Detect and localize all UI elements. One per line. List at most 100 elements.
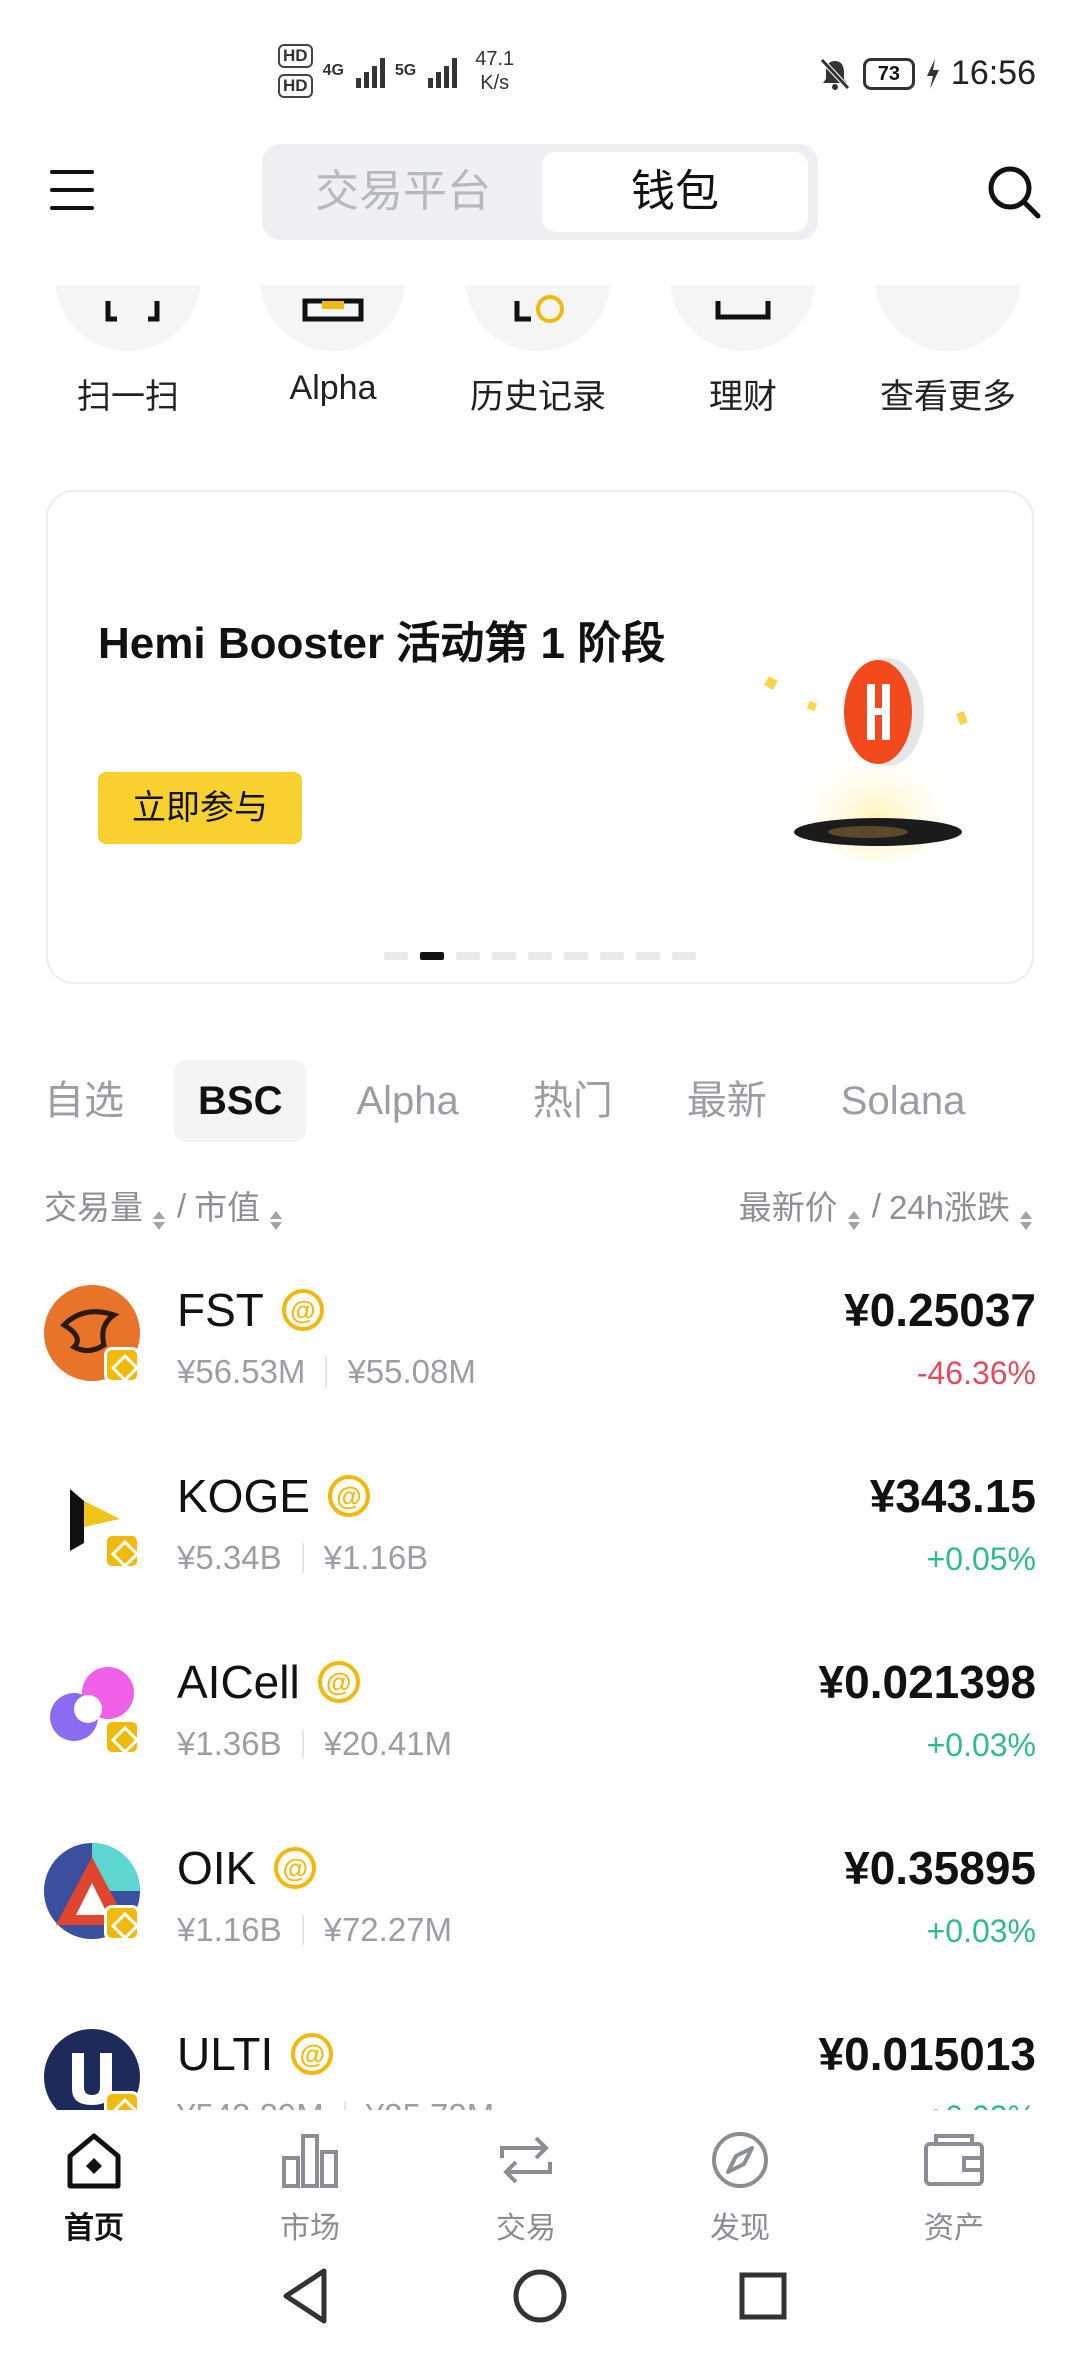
nav-home[interactable]: 首页 — [24, 2128, 164, 2247]
token-symbol: AICell — [177, 1656, 300, 1708]
token-price: ¥0.015013 — [818, 2028, 1036, 2080]
nav-trade[interactable]: 交易 — [456, 2128, 596, 2247]
filter-tab-solana[interactable]: Solana — [817, 1060, 990, 1142]
sort-volume[interactable]: 交易量 — [44, 1181, 169, 1230]
token-row-koge[interactable]: KOGE @ ¥5.34B ¥1.16B ¥343.15 +0.05% — [0, 1441, 1080, 1627]
token-list: FST @ ¥56.53M ¥55.08M ¥0.25037 -46.36% KOG… — [0, 1255, 1080, 2110]
wallet-assets-icon — [924, 2134, 984, 2186]
tab-exchange[interactable]: 交易平台 — [272, 152, 534, 232]
quick-action-earn[interactable]: 理财 — [643, 285, 843, 418]
token-price: ¥0.35895 — [844, 1842, 1036, 1894]
token-symbol: KOGE — [177, 1470, 310, 1522]
sort-toggle-icon — [270, 1211, 283, 1230]
carousel-dot[interactable] — [492, 952, 516, 960]
filter-tab-alpha[interactable]: Alpha — [332, 1060, 482, 1142]
market-filter-tabs: 自选 BSC Alpha 热门 最新 Solana — [44, 1058, 1015, 1144]
network-4g-label: 4G — [322, 62, 344, 79]
token-change: +0.03% — [926, 1913, 1036, 1949]
bsc-chain-badge-icon — [104, 2091, 140, 2110]
bsc-chain-badge-icon — [104, 1347, 140, 1383]
sort-toggle-icon — [1020, 1211, 1032, 1230]
token-symbol: ULTI — [177, 2028, 274, 2080]
token-symbol: FST — [177, 1284, 264, 1336]
carousel-dot[interactable] — [564, 952, 588, 960]
filter-tab-favorites[interactable]: 自选 — [18, 1060, 148, 1142]
network-5g-label: 5G — [394, 62, 417, 79]
token-price: ¥343.15 — [869, 1470, 1036, 1522]
system-nav-bar — [0, 2235, 1080, 2376]
token-change: +0.05% — [926, 1541, 1036, 1577]
promo-banner[interactable]: Hemi Booster 活动第 1 阶段 立即参与 — [46, 490, 1034, 984]
quick-action-more[interactable]: 查看更多 — [848, 285, 1048, 418]
token-volume: ¥1.36B — [177, 1725, 282, 1762]
carousel-dot[interactable] — [636, 952, 660, 960]
signal-bars-icon — [428, 54, 458, 88]
alpha-at-icon: @ — [281, 1289, 324, 1331]
token-price: ¥0.25037 — [844, 1284, 1036, 1336]
bell-muted-icon — [820, 57, 850, 90]
mode-switch: 交易平台 钱包 — [262, 144, 818, 240]
join-now-button[interactable]: 立即参与 — [98, 772, 302, 844]
token-change: +0.03% — [927, 2099, 1036, 2110]
hd-sim1-icon: HD — [278, 44, 313, 68]
token-change: +0.03% — [926, 1727, 1036, 1763]
top-nav: 交易平台 钱包 — [0, 140, 1080, 270]
carousel-dot[interactable] — [456, 952, 480, 960]
filter-tab-hot[interactable]: 热门 — [509, 1060, 637, 1142]
battery-icon: 73 — [862, 57, 915, 90]
alpha-at-icon: @ — [291, 2033, 334, 2075]
menu-icon[interactable] — [50, 170, 94, 210]
nav-discover[interactable]: 发现 — [670, 2128, 810, 2247]
status-bar: HD HD 4G 5G 47.1 K/s 73 16:56 — [0, 0, 1080, 140]
home-circle-icon[interactable] — [505, 2261, 575, 2331]
quick-action-alpha[interactable]: Alpha — [233, 285, 433, 408]
hemi-coin-illustration — [764, 658, 968, 862]
tab-wallet[interactable]: 钱包 — [542, 152, 808, 232]
alpha-at-icon: @ — [317, 1661, 360, 1703]
filter-tab-new[interactable]: 最新 — [663, 1060, 791, 1142]
token-volume: ¥56.53M — [177, 1353, 306, 1390]
sort-last-price[interactable]: 最新价 — [739, 1181, 864, 1230]
history-icon — [465, 285, 611, 351]
scan-icon — [55, 285, 201, 351]
token-market-cap: ¥72.27M — [323, 1911, 453, 1948]
filter-tab-bsc[interactable]: BSC — [174, 1060, 307, 1142]
discover-compass-icon — [712, 2132, 768, 2188]
carousel-dot[interactable] — [528, 952, 552, 960]
quick-actions: 扫一扫 Alpha 历史记录 理财 查看更多 — [0, 285, 1080, 435]
signal-bars-icon — [355, 54, 385, 88]
carousel-dot[interactable] — [672, 952, 696, 960]
token-market-cap: ¥20.41M — [323, 1725, 453, 1762]
trade-swap-icon — [500, 2136, 552, 2184]
token-row-oik[interactable]: OIK @ ¥1.16B ¥72.27M ¥0.35895 +0.03% — [0, 1813, 1080, 1999]
carousel-dot[interactable] — [384, 952, 408, 960]
home-icon — [67, 2133, 121, 2189]
nav-assets[interactable]: 资产 — [884, 2128, 1024, 2247]
token-symbol: OIK — [177, 1842, 257, 1894]
market-chart-icon — [282, 2134, 338, 2188]
recents-square-icon[interactable] — [728, 2261, 798, 2331]
earn-icon — [670, 285, 816, 351]
alpha-at-icon: @ — [327, 1475, 370, 1517]
carousel-dot[interactable] — [420, 952, 444, 960]
bsc-chain-badge-icon — [104, 1905, 140, 1941]
sort-market-cap[interactable]: 市值 — [194, 1181, 286, 1230]
quick-action-scan[interactable]: 扫一扫 — [28, 285, 228, 418]
token-price: ¥0.021398 — [818, 1656, 1036, 1708]
sort-24h-change[interactable]: 24h涨跌 — [889, 1181, 1036, 1230]
token-row-fst[interactable]: FST @ ¥56.53M ¥55.08M ¥0.25037 -46.36% — [0, 1255, 1080, 1441]
back-triangle-icon[interactable] — [272, 2261, 342, 2331]
token-market-cap: ¥1.16B — [323, 1539, 429, 1576]
alpha-at-icon: @ — [274, 1847, 317, 1889]
search-icon[interactable] — [984, 162, 1044, 222]
status-right: 73 16:56 — [817, 54, 1036, 93]
status-left: HD HD 4G 5G 47.1 K/s — [278, 44, 514, 98]
quick-action-history[interactable]: 历史记录 — [438, 285, 638, 418]
carousel-dot[interactable] — [600, 952, 624, 960]
token-market-cap: ¥55.08M — [347, 1353, 476, 1390]
token-row-aicell[interactable]: AICell @ ¥1.36B ¥20.41M ¥0.021398 +0.03% — [0, 1627, 1080, 1813]
nav-market[interactable]: 市场 — [240, 2128, 380, 2247]
token-volume: ¥543.89M — [177, 2097, 324, 2110]
carousel-dots — [384, 952, 696, 960]
token-row-ulti[interactable]: ULTI @ ¥543.89M ¥85.78M ¥0.015013 +0.03% — [0, 1999, 1080, 2110]
